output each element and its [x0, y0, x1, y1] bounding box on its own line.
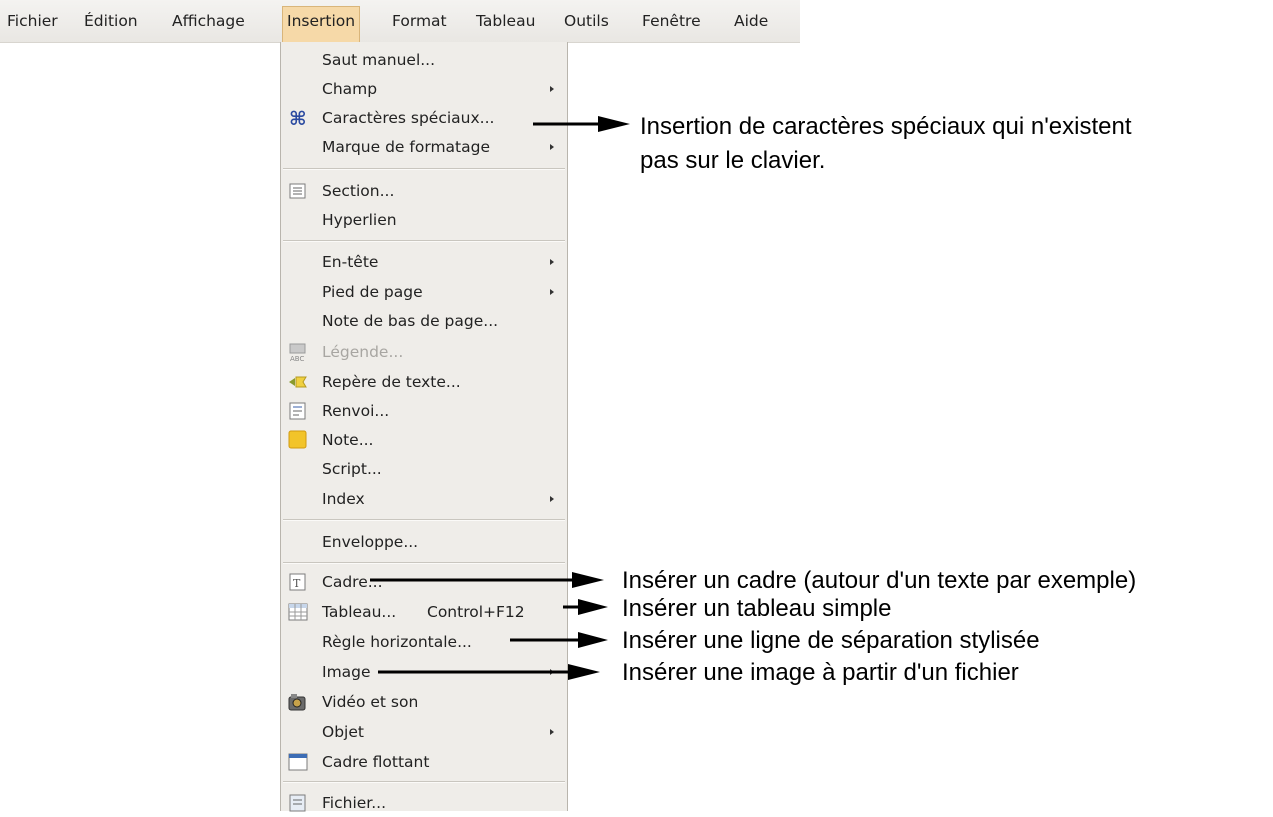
annotation-tableau: Insérer un tableau simple — [622, 595, 892, 622]
arrow-regle — [510, 632, 608, 648]
arrow-image — [378, 664, 600, 680]
arrow-cadre — [370, 572, 604, 588]
arrow-caracteres — [533, 116, 630, 132]
annotation-image: Insérer une image à partir d'un fichier — [622, 659, 1019, 686]
annotation-regle: Insérer une ligne de séparation stylisée — [622, 627, 1040, 654]
arrow-tableau — [563, 599, 608, 615]
annotation-caracteres-line1: Insertion de caractères spéciaux qui n'e… — [640, 113, 1132, 140]
annotation-caracteres-line2: pas sur le clavier. — [640, 147, 826, 174]
annotation-cadre: Insérer un cadre (autour d'un texte par … — [622, 567, 1137, 594]
